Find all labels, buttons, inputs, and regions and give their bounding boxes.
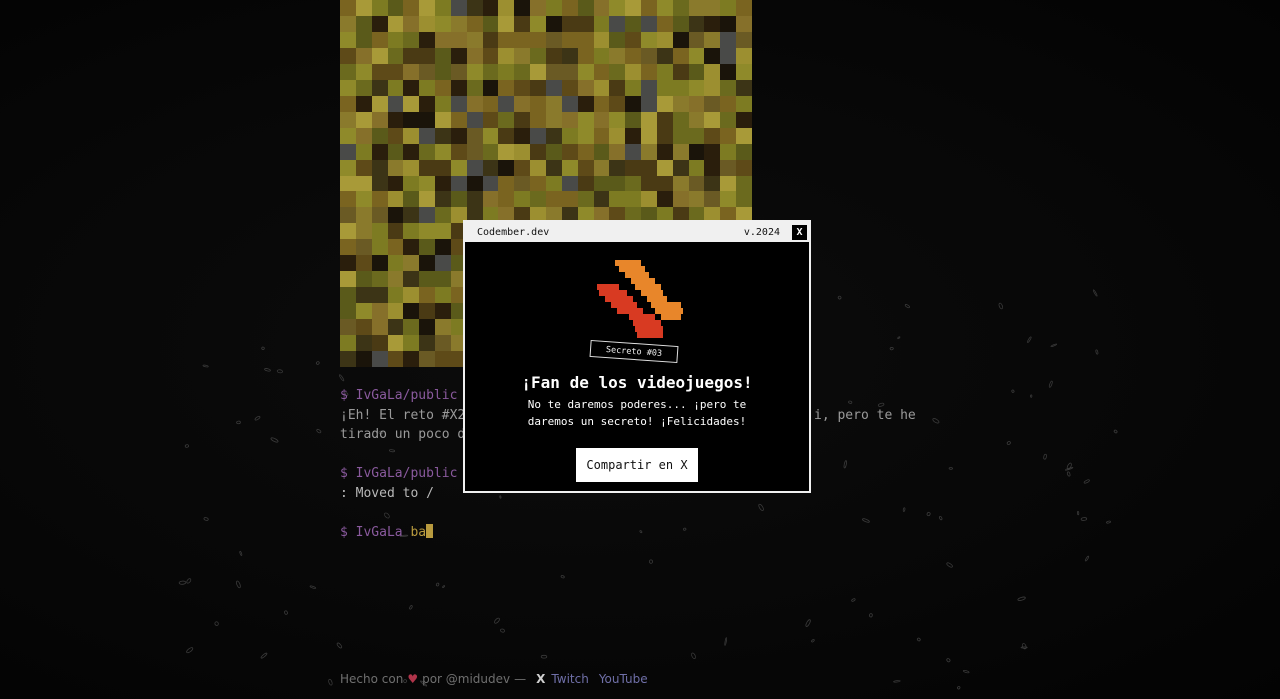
- particle: [957, 686, 961, 690]
- particle: [494, 617, 500, 624]
- particle: [998, 302, 1003, 310]
- footer-dash: —: [514, 672, 527, 686]
- particle: [203, 517, 209, 521]
- particle: [851, 598, 856, 602]
- particle: [1050, 343, 1058, 347]
- particle: [339, 374, 345, 382]
- particle: [270, 437, 279, 443]
- particle: [1017, 596, 1026, 601]
- particle: [904, 304, 910, 309]
- particle: [1080, 517, 1088, 521]
- particle: [236, 420, 241, 425]
- particle: [837, 295, 842, 300]
- particle: [948, 467, 953, 470]
- footer-by[interactable]: por @midudev: [422, 672, 510, 686]
- particle: [316, 429, 322, 434]
- terminal-input-line[interactable]: $ IvGaLa ba: [340, 523, 920, 543]
- modal-title-bar: Codember.dev v.2024 X: [465, 222, 809, 242]
- particle: [328, 678, 333, 686]
- particle: [435, 582, 440, 587]
- terminal-output: tirado un poco de: [340, 427, 474, 442]
- terminal-input[interactable]: ba: [410, 525, 426, 540]
- footer: Hecho con ♥ por @midudev — X Twitch YouTube: [340, 672, 658, 686]
- particle: [186, 647, 194, 654]
- particle: [897, 336, 901, 340]
- particle: [1106, 520, 1111, 524]
- codember-logo-icon: [597, 260, 683, 338]
- particle: [1027, 336, 1032, 343]
- particle: [236, 580, 241, 589]
- terminal-cursor: [426, 523, 434, 538]
- particle: [1113, 429, 1118, 434]
- particle: [184, 444, 189, 448]
- modal-version: v.2024: [743, 226, 780, 238]
- modal-site-name: Codember.dev: [477, 226, 550, 238]
- particle: [1030, 394, 1033, 398]
- particle: [284, 610, 288, 615]
- modal-title: ¡Fan de los videojuegos!: [521, 373, 753, 392]
- terminal-output-tail: i, pero te he: [814, 407, 916, 423]
- terminal-prompt: $ IvGaLa/public: [340, 466, 466, 481]
- particle: [1048, 380, 1053, 388]
- terminal-output: : Moved to /: [340, 485, 434, 501]
- modal-message: No te daremos poderes... ¡pero te daremo…: [527, 398, 747, 428]
- particle: [1043, 453, 1047, 460]
- particle: [1084, 555, 1090, 562]
- particle: [260, 652, 268, 659]
- x-logo-icon[interactable]: X: [536, 672, 545, 686]
- particle: [239, 550, 243, 556]
- particle: [962, 670, 970, 674]
- particle: [1083, 479, 1090, 484]
- particle: [202, 364, 209, 368]
- particle: [261, 346, 265, 350]
- close-icon[interactable]: X: [792, 224, 807, 240]
- particle: [500, 628, 505, 633]
- terminal-prompt: $ IvGaLa: [340, 524, 411, 540]
- terminal-output: ¡Eh! El reto #X2: [340, 407, 466, 423]
- particle: [540, 654, 548, 659]
- particle: [1076, 511, 1080, 516]
- particle: [1095, 349, 1099, 355]
- particle: [869, 613, 873, 618]
- heart-icon: ♥: [407, 672, 419, 686]
- particle: [724, 637, 727, 646]
- particle: [1092, 289, 1098, 297]
- particle: [1066, 471, 1071, 477]
- twitch-link[interactable]: Twitch: [551, 672, 588, 686]
- youtube-link[interactable]: YouTube: [599, 672, 648, 686]
- particle: [336, 642, 343, 649]
- particle: [1021, 643, 1027, 650]
- share-on-x-button[interactable]: Compartir en X: [576, 448, 698, 482]
- particle: [893, 680, 901, 683]
- particle: [811, 639, 815, 643]
- particle: [889, 346, 894, 351]
- particle: [932, 418, 940, 424]
- particle: [276, 369, 283, 374]
- particle: [264, 368, 271, 372]
- particle: [214, 621, 219, 626]
- footer-made-with: Hecho con: [340, 672, 404, 686]
- particle: [1006, 441, 1011, 445]
- modal-body: Secreto #03 ¡Fan de los videojuegos! No …: [465, 242, 809, 493]
- particle: [309, 585, 317, 589]
- particle: [805, 619, 811, 627]
- particle: [648, 559, 654, 564]
- secret-modal: Codember.dev v.2024 X Secreto #03 ¡Fan d…: [463, 220, 811, 493]
- particle: [254, 415, 261, 421]
- particle: [409, 605, 413, 610]
- particle: [946, 562, 953, 568]
- particle: [1011, 389, 1015, 393]
- particle: [916, 637, 921, 642]
- particle: [178, 580, 187, 585]
- particle: [316, 361, 320, 365]
- particle: [939, 516, 943, 521]
- particle: [442, 585, 445, 589]
- particle: [946, 658, 951, 663]
- particle: [186, 578, 192, 584]
- terminal-prompt: $ IvGaLa/public: [340, 388, 466, 403]
- particle: [560, 575, 565, 579]
- particle: [926, 511, 931, 517]
- particle: [691, 652, 696, 659]
